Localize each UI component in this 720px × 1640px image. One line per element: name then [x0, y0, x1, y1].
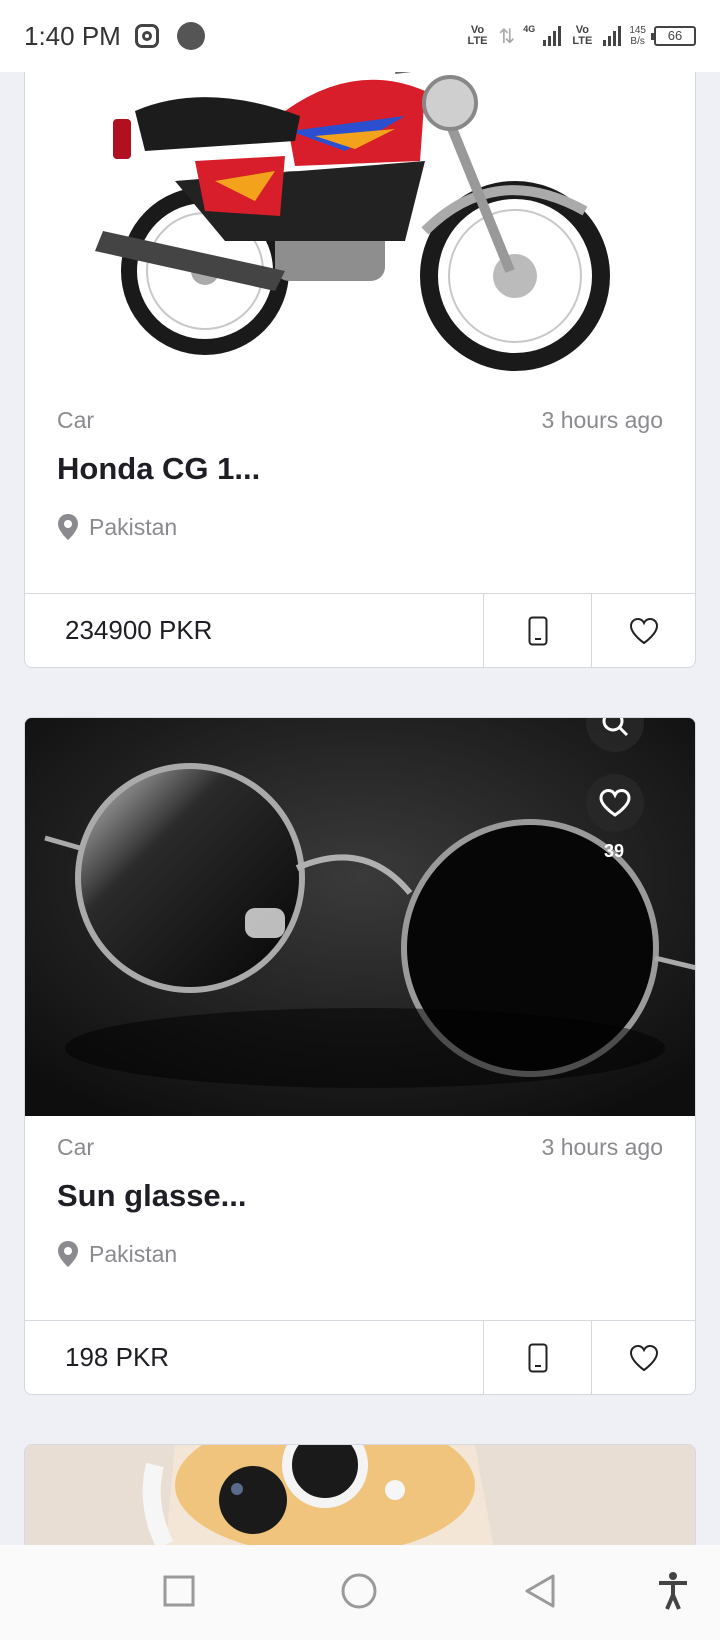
motorcycle-image [95, 58, 610, 371]
sunglasses-image [25, 718, 695, 1116]
listing-image[interactable]: 39 [25, 718, 695, 1116]
listing-price: 198 PKR [65, 1342, 170, 1372]
volte-label: Vo LTE [467, 24, 488, 47]
location-pin-icon [58, 514, 78, 540]
battery-icon: 66 [651, 26, 696, 46]
listing-category: Car [57, 1134, 95, 1160]
home-icon [341, 1573, 377, 1609]
listing-card[interactable]: Car 3 hours ago Honda CG 1... Pakistan 2… [24, 40, 696, 668]
home-button[interactable] [341, 1573, 377, 1609]
listing-location: Pakistan [57, 1240, 177, 1268]
location-pin-icon [58, 1241, 78, 1267]
listing-footer: 234900 PKR [25, 593, 695, 667]
signal-icon-2 [603, 26, 622, 46]
recent-apps-button[interactable] [163, 1575, 195, 1607]
search-icon [602, 718, 629, 737]
listing-image[interactable] [25, 41, 695, 389]
listing-details: Car 3 hours ago Sun glasse... Pakistan [25, 1116, 695, 1322]
navigation-bar [0, 1545, 720, 1640]
heart-icon [629, 617, 658, 644]
back-button[interactable] [523, 1573, 557, 1609]
listing-time: 3 hours ago [541, 407, 663, 433]
data-activity-icon: ⇅ [498, 25, 516, 48]
notification-dot-icon [176, 22, 205, 50]
status-indicators: Vo LTE ⇅ 4G Vo LTE 145 B/s 66 [465, 24, 696, 49]
status-time: 1:40 PM [24, 20, 121, 51]
recent-apps-icon [163, 1575, 195, 1607]
network-speed: 145 B/s [629, 25, 646, 47]
listing-location-text: Pakistan [89, 1240, 178, 1267]
listing-time: 3 hours ago [541, 1134, 663, 1160]
phone-icon [528, 1343, 547, 1372]
call-button[interactable] [483, 1321, 591, 1394]
heart-icon [629, 1344, 658, 1371]
heart-icon [599, 788, 631, 817]
signal-icon [543, 26, 562, 46]
phone-icon [528, 616, 547, 645]
volte-indicator-2: Vo LTE [569, 25, 595, 47]
listing-card[interactable]: 39 Car 3 hours ago Sun glasse... Pakista… [24, 717, 696, 1395]
favorite-button[interactable] [591, 1321, 695, 1394]
status-bar: 1:40 PM Vo LTE ⇅ 4G Vo LTE 145 B/s 66 [0, 0, 720, 72]
listing-title[interactable]: Sun glasse... [57, 1178, 247, 1214]
accessibility-icon [659, 1572, 687, 1610]
back-icon [525, 1574, 555, 1608]
listing-price: 234900 PKR [65, 615, 213, 645]
favorite-button[interactable] [591, 594, 695, 667]
call-button[interactable] [483, 594, 591, 667]
instagram-icon [134, 24, 159, 48]
favorites-count: 39 [604, 841, 625, 861]
image-favorite-button[interactable] [586, 774, 644, 832]
speed-value: 145 [629, 25, 646, 36]
listing-details: Car 3 hours ago Honda CG 1... Pakistan [25, 389, 695, 595]
speed-unit: B/s [630, 36, 645, 47]
network-type: 4G [523, 23, 536, 34]
listing-location: Pakistan [57, 513, 177, 541]
listing-location-text: Pakistan [89, 513, 178, 540]
volte-label-2: Vo LTE [572, 24, 593, 47]
listing-category: Car [57, 407, 95, 433]
volte-indicator: Vo LTE [465, 25, 491, 47]
accessibility-button[interactable] [656, 1571, 690, 1611]
listing-title[interactable]: Honda CG 1... [57, 451, 260, 487]
listing-footer: 198 PKR [25, 1320, 695, 1394]
